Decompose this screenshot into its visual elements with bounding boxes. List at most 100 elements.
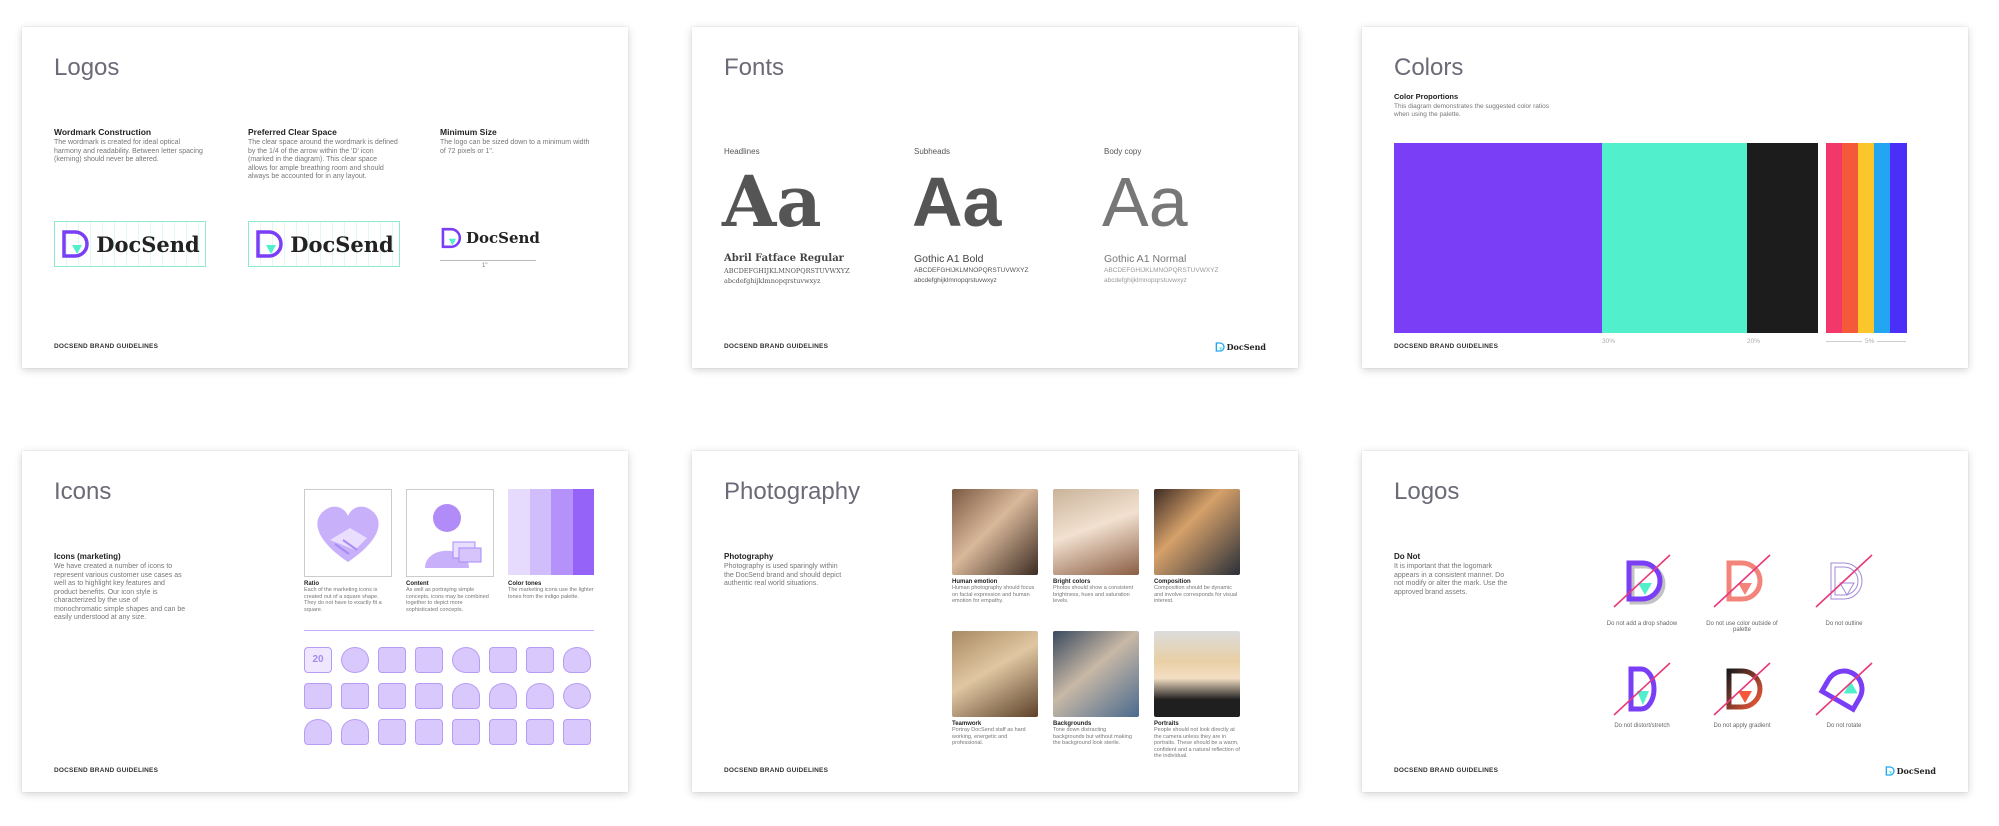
photo-backgrounds — [1053, 631, 1139, 717]
font-alphabet-lower: abcdefghijklmnopqrstuvwxyz — [1104, 277, 1187, 284]
font-sample-subhead: Aa — [912, 163, 1002, 241]
photo-portraits — [1154, 631, 1240, 717]
person-check-icon — [304, 719, 332, 745]
proportion-label: 20% — [1747, 338, 1761, 345]
link-document-icon — [452, 719, 480, 745]
docsend-logo-icon — [62, 230, 89, 258]
handshake-heart-icon — [317, 506, 379, 562]
font-name: Gothic A1 Bold — [914, 253, 984, 265]
photo-bright-colors — [1053, 489, 1139, 575]
document-approve-icon — [489, 719, 517, 745]
section-text: This diagram demonstrates the suggested … — [1394, 103, 1549, 118]
photo-caption: Portraits People should not look directl… — [1154, 721, 1240, 760]
section-heading: Color Proportions — [1394, 92, 1459, 101]
logo-wordmark-construction: DocSend — [54, 221, 206, 267]
font-sample-headline: Aa — [722, 160, 822, 243]
photo-human-emotion — [952, 489, 1038, 575]
photo-caption: Teamwork Portray DocSend staff as hard w… — [952, 721, 1038, 747]
font-alphabet-lower: abcdefghijklmnopqrstuvwxyz — [914, 277, 997, 284]
section-heading: Photography — [724, 552, 774, 561]
calendar-date-icon: 20 — [304, 647, 332, 673]
lock-document-icon — [415, 719, 443, 745]
slide-title: Logos — [54, 54, 120, 81]
person-icon — [452, 683, 480, 709]
swatch-yellow — [1858, 143, 1874, 333]
icon-note-ratio: Ratio Each of the marketing icons is cre… — [304, 581, 390, 613]
docsend-wordmark: DocSend — [466, 229, 540, 247]
photography-intro: Photography Photography is used sparingl… — [724, 552, 844, 589]
logo-rotated-icon — [1815, 662, 1873, 716]
docsend-logo-icon — [1885, 766, 1895, 776]
logo-drop-shadow-icon — [1613, 554, 1671, 608]
slide-icons: Icons Icons (marketing) We have created … — [22, 451, 628, 792]
docsend-wordmark: DocSend — [1226, 342, 1266, 352]
swatch-pink — [1826, 143, 1842, 333]
caption-text: Human photography should focus on facial… — [952, 585, 1035, 604]
color-proportions-intro: Color Proportions This diagram demonstra… — [1394, 92, 1554, 118]
do-not-caption: Do not outline — [1825, 621, 1863, 627]
logo-minimum-size: DocSend — [440, 227, 540, 249]
analytics-icon — [415, 683, 443, 709]
font-name: Gothic A1 Normal — [1104, 253, 1187, 265]
swatch-red — [1842, 143, 1858, 333]
do-not-caption: Do not apply gradient — [1713, 723, 1771, 729]
section-text: It is important that the logomark appear… — [1394, 563, 1508, 596]
do-not-intro: Do Not It is important that the logomark… — [1394, 552, 1514, 597]
font-alphabet-upper: ABCDEFGHIJKLMNOPQRSTUVWXYZ — [1104, 267, 1219, 274]
font-role-label: Body copy — [1104, 147, 1142, 156]
logo-gradient-icon — [1713, 662, 1771, 716]
docsend-logo-icon — [441, 227, 462, 249]
section-minimum-size: Minimum Size The logo can be sized down … — [440, 127, 590, 156]
clock-icon — [341, 647, 369, 673]
font-alphabet-upper: ABCDEFGHIJKLMNOPQRSTUVWXYZ — [724, 267, 850, 275]
calendar-grid-icon — [378, 647, 406, 673]
docsend-logo-icon — [256, 230, 283, 258]
caption-text: Composition should be dynamic and involv… — [1154, 585, 1238, 604]
document-view-icon — [563, 719, 591, 745]
person-document-icon — [489, 683, 517, 709]
slide-footer: DOCSEND BRAND GUIDELINES — [54, 343, 159, 350]
slide-colors: Colors Color Proportions This diagram de… — [1362, 27, 1968, 368]
slide-logos-do-not: Logos Do Not It is important that the lo… — [1362, 451, 1968, 792]
logo-distorted-icon — [1613, 662, 1671, 716]
logo-outline-icon — [1815, 554, 1873, 608]
section-heading: Wordmark Construction — [54, 127, 152, 137]
font-role-label: Subheads — [914, 147, 951, 156]
logo-clear-space: DocSend — [248, 221, 400, 267]
person-with-papers-icon — [425, 504, 482, 568]
slide-photography: Photography Photography Photography is u… — [692, 451, 1298, 792]
section-text: The clear space around the wordmark is d… — [248, 139, 398, 180]
caption-text: Photos should show a consistent brightne… — [1053, 585, 1134, 604]
docsend-wordmark: DocSend — [290, 231, 394, 257]
divider — [304, 630, 594, 631]
stacked-documents-icon — [304, 683, 332, 709]
document-reject-icon — [526, 719, 554, 745]
icon-panel-ratio — [304, 489, 392, 577]
icon-panel-content — [406, 489, 494, 577]
hand-document-icon — [378, 719, 406, 745]
section-heading: Icons (marketing) — [54, 552, 121, 561]
footer-logo: DocSend — [1215, 342, 1266, 352]
photo-caption: Backgrounds Tone down distracting backgr… — [1053, 721, 1139, 747]
section-text: We have created a number of icons to rep… — [54, 563, 186, 621]
magnifier-icon — [563, 683, 591, 709]
slide-fonts: Fonts Headlines Aa Abril Fatface Regular… — [692, 27, 1298, 368]
note-text: As well as portraying simple concepts, i… — [406, 587, 489, 613]
photo-caption: Human emotion Human photography should f… — [952, 579, 1038, 605]
do-not-caption: Do not use color outside of palette — [1706, 621, 1778, 633]
slide-footer: DOCSEND BRAND GUIDELINES — [724, 767, 829, 774]
swatch-violet — [1890, 143, 1907, 333]
icons-intro: Icons (marketing) We have created a numb… — [54, 552, 186, 623]
swatch-teal — [1602, 143, 1747, 333]
proportion-label: 30% — [1602, 338, 1616, 345]
team-people-icon — [378, 683, 406, 709]
icon-note-color-tones: Color tones The marketing icons use the … — [508, 581, 594, 600]
photo-composition — [1154, 489, 1240, 575]
footer-logo: DocSend — [1885, 766, 1936, 776]
slide-title: Photography — [724, 478, 861, 505]
chart-presentation-icon — [415, 647, 443, 673]
font-alphabet-lower: abcdefghijklmnopqrstuvwxyz — [724, 277, 821, 285]
icon-grid: 20 — [304, 647, 594, 757]
docsend-logo-icon — [1215, 342, 1225, 352]
slide-footer: DOCSEND BRAND GUIDELINES — [1394, 767, 1499, 774]
